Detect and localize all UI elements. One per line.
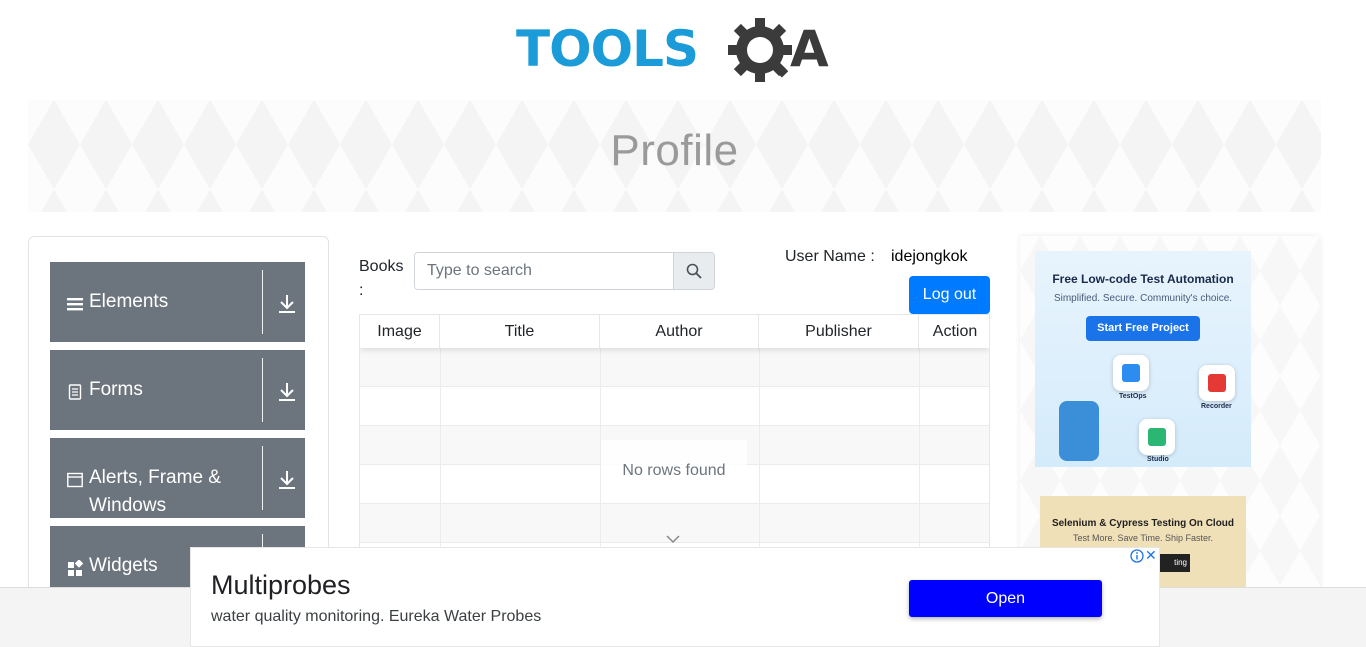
ad-label: Recorder (1201, 403, 1232, 410)
column-header-image[interactable]: Image (360, 315, 440, 348)
page: TOOLS A Profile Elements Forms Alerts, F… (0, 0, 1366, 647)
table-row (360, 348, 989, 387)
logout-button[interactable]: Log out (909, 276, 990, 314)
close-icon[interactable]: ✕ (1145, 547, 1157, 563)
sidebar-group-label: Forms (89, 379, 143, 400)
ad-katalon[interactable]: Free Low-code Test Automation Simplified… (1035, 251, 1251, 467)
books-table: Image Title Author Publisher Action No r… (359, 314, 990, 554)
column-header-action[interactable]: Action (919, 315, 989, 348)
column-divider (759, 348, 760, 553)
page-title: Profile (610, 126, 739, 175)
bottom-ad[interactable]: Multiprobes water quality monitoring. Eu… (190, 547, 1160, 647)
document-icon (68, 384, 82, 400)
ad-open-button[interactable]: Open (909, 580, 1102, 617)
column-header-author[interactable]: Author (600, 315, 759, 348)
ad-subtitle: Simplified. Secure. Community's choice. (1053, 293, 1233, 304)
sidebar-group-label-line2: Windows (89, 495, 167, 516)
ad-start-button[interactable]: Start Free Project (1086, 316, 1200, 341)
studio-icon (1139, 419, 1175, 455)
ad-description: water quality monitoring. Eureka Water P… (211, 608, 542, 625)
widgets-icon (68, 560, 83, 576)
search-icon (686, 263, 702, 279)
sidebar-group-label: Widgets (89, 555, 158, 576)
download-icon (279, 295, 295, 313)
sidebar-group-alerts-frame-windows[interactable]: Alerts, Frame & Windows (50, 438, 305, 518)
user-name-label: User Name : (785, 248, 875, 265)
info-icon[interactable] (1130, 549, 1144, 563)
recorder-icon (1199, 365, 1235, 401)
ad-button[interactable]: ting (1160, 554, 1190, 572)
no-rows-message: No rows found (601, 440, 747, 502)
gear-icon (728, 18, 792, 82)
right-ad-column: Free Low-code Test Automation Simplified… (1020, 236, 1320, 596)
chevron-down-icon[interactable] (666, 534, 680, 544)
divider (262, 270, 263, 334)
books-label: Books: (359, 258, 404, 299)
search-input[interactable] (415, 253, 673, 289)
search-button[interactable] (673, 253, 714, 289)
window-icon (67, 472, 83, 488)
sidebar-group-forms[interactable]: Forms (50, 350, 305, 430)
search-box (414, 252, 715, 290)
robot-illustration (1059, 401, 1099, 461)
ad-label: Studio (1147, 456, 1169, 463)
divider (262, 358, 263, 422)
list-icon (67, 298, 83, 311)
logo-text-a: A (790, 20, 829, 78)
logo-text-tools: TOOLS (516, 20, 698, 78)
ad-label: TestOps (1119, 393, 1147, 400)
sidebar-group-label: Elements (89, 291, 169, 312)
sidebar-group-elements[interactable]: Elements (50, 262, 305, 342)
divider (262, 446, 263, 510)
ad-title: Selenium & Cypress Testing On Cloud (1051, 518, 1235, 529)
ad-title: Free Low-code Test Automation (1052, 272, 1234, 286)
column-header-publisher[interactable]: Publisher (759, 315, 919, 348)
ad-subtitle: Test More. Save Time. Ship Faster. (1072, 533, 1214, 543)
page-banner: Profile (28, 100, 1321, 212)
download-icon (279, 471, 295, 489)
ad-title: Multiprobes (211, 570, 351, 600)
column-header-title[interactable]: Title (440, 315, 600, 348)
table-row (360, 387, 989, 426)
column-divider (440, 348, 441, 553)
testops-icon (1113, 355, 1149, 391)
download-icon (279, 383, 295, 401)
table-header: Image Title Author Publisher Action (360, 315, 989, 348)
user-name-value: idejongkok (891, 248, 968, 265)
column-divider (919, 348, 920, 553)
sidebar-group-label: Alerts, Frame & (89, 467, 221, 488)
toolsqa-logo[interactable]: TOOLS A (516, 14, 840, 92)
